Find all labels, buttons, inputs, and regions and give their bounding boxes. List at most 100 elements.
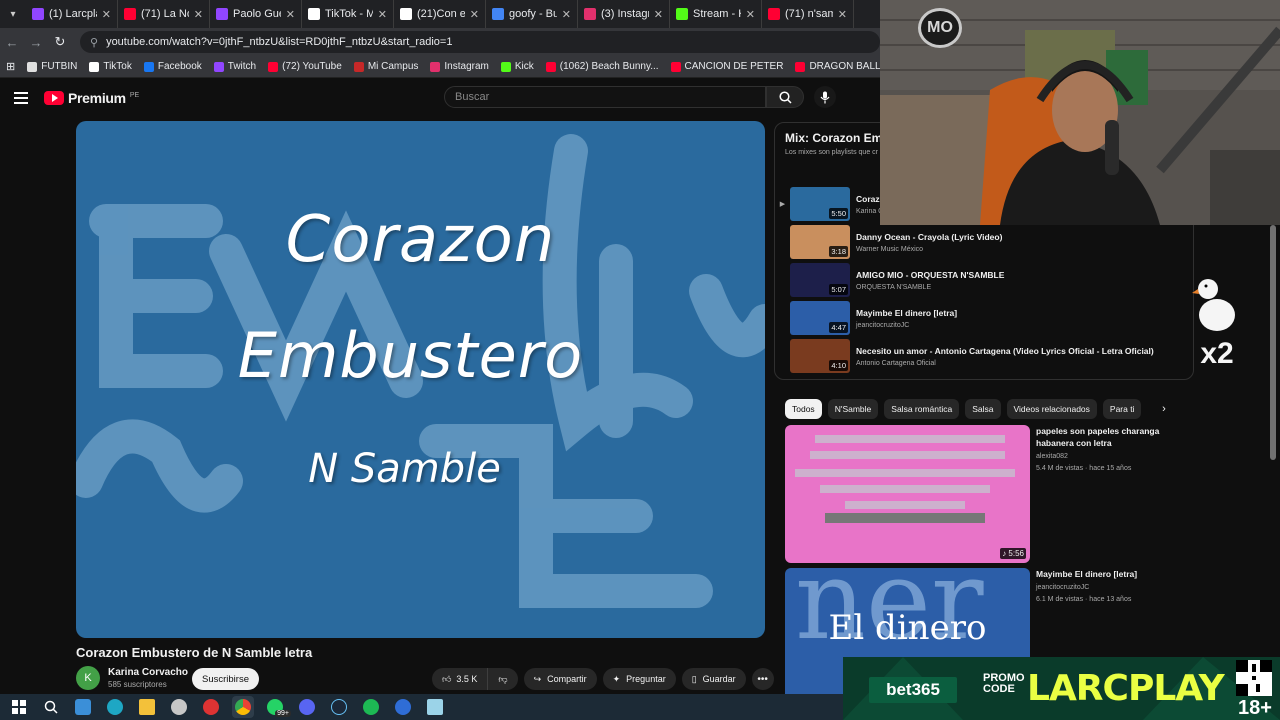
search-taskbar-icon[interactable]: [40, 696, 62, 718]
bookmark-label: (1062) Beach Bunny...: [559, 61, 659, 72]
bookmark-item[interactable]: (1062) Beach Bunny...: [545, 61, 659, 72]
discord-icon[interactable]: [296, 696, 318, 718]
app-red-icon[interactable]: [200, 696, 222, 718]
bookmark-item[interactable]: Mi Campus: [353, 61, 418, 72]
duration-badge: 5:50: [829, 208, 848, 219]
tab-title: TikTok - Mak: [325, 8, 373, 20]
bookmark-favicon-icon: [27, 61, 38, 72]
recommended-video[interactable]: ♪ 5:56 papeles son papeles charanga haban…: [785, 425, 1185, 563]
browser-tab[interactable]: goofy - Busc ✕: [486, 0, 578, 28]
site-info-icon[interactable]: ⚲: [90, 36, 98, 49]
search-button[interactable]: [766, 86, 804, 108]
mix-thumbnail: 5:07: [790, 263, 850, 297]
tab-close-icon[interactable]: ✕: [838, 8, 847, 21]
apps-icon[interactable]: ⊞: [6, 60, 15, 73]
bookmark-favicon-icon: [670, 61, 681, 72]
store-icon[interactable]: [72, 696, 94, 718]
mix-list-item[interactable]: 5:07 AMIGO MIO - ORQUESTA N'SAMBLE ORQUEST…: [775, 262, 1193, 298]
browser-tab[interactable]: (21)Con esa ✕: [394, 0, 486, 28]
filter-chip[interactable]: Videos relacionados: [1006, 399, 1097, 419]
youtube-logo[interactable]: Premium PE: [44, 90, 139, 106]
bookmark-item[interactable]: (72) YouTube: [268, 61, 342, 72]
bookmark-item[interactable]: Twitch: [213, 61, 257, 72]
whatsapp-icon[interactable]: 99+: [264, 696, 291, 718]
address-bar[interactable]: ⚲ youtube.com/watch?v=0jthF_ntbzU&list=R…: [80, 31, 880, 53]
menu-icon[interactable]: [14, 92, 28, 104]
bookmark-item[interactable]: Kick: [500, 61, 534, 72]
mix-item-channel: ORQUESTA N'SAMBLE: [856, 283, 932, 291]
mix-list-item[interactable]: 3:18 Danny Ocean - Crayola (Lyric Video) W…: [775, 224, 1193, 260]
back-icon[interactable]: ←: [0, 30, 24, 54]
search-input[interactable]: Buscar: [444, 86, 766, 108]
channel-avatar[interactable]: K: [76, 666, 100, 690]
browser-tab[interactable]: Paolo Guerre ✕: [210, 0, 302, 28]
browser-tab[interactable]: Stream - Kic ✕: [670, 0, 762, 28]
chrome-icon[interactable]: [232, 696, 254, 718]
tab-favicon-icon: [676, 8, 688, 20]
bookmark-item[interactable]: TikTok: [89, 61, 132, 72]
bookmark-item[interactable]: FUTBIN: [27, 61, 77, 72]
tab-close-icon[interactable]: ✕: [746, 8, 755, 21]
bookmark-favicon-icon: [545, 61, 556, 72]
bookmark-favicon-icon: [353, 61, 364, 72]
browser-tab[interactable]: (71) La Nove ✕: [118, 0, 210, 28]
filter-chip[interactable]: N'Samble: [827, 399, 879, 419]
ea-icon[interactable]: [392, 696, 414, 718]
mix-list-item[interactable]: 4:10 Necesito un amor - Antonio Cartagena…: [775, 338, 1193, 374]
tab-title: Paolo Guerre: [233, 8, 281, 20]
bookmark-item[interactable]: CANCION DE PETER: [670, 61, 783, 72]
subscribe-button[interactable]: Suscribirse: [192, 668, 259, 690]
channel-name[interactable]: Karina Corvacho: [108, 667, 188, 678]
tab-favicon-icon: [492, 8, 504, 20]
tab-search-icon[interactable]: ▾: [0, 0, 26, 28]
tab-title: (1) Larcplay: [49, 8, 97, 20]
bookmark-label: Twitch: [227, 61, 257, 72]
filter-chip[interactable]: Para ti: [1102, 399, 1142, 419]
steam-icon[interactable]: [328, 696, 350, 718]
chevron-right-icon[interactable]: ›: [1156, 401, 1172, 417]
dislike-button[interactable]: 👎︎: [487, 668, 517, 690]
save-button[interactable]: ▯ Guardar: [681, 668, 746, 690]
filter-chip[interactable]: Todos: [785, 399, 822, 419]
browser-tab[interactable]: (1) Larcplay ✕: [26, 0, 118, 28]
page-scrollbar[interactable]: [1270, 225, 1276, 460]
tab-close-icon[interactable]: ✕: [286, 8, 295, 21]
browser-tab[interactable]: TikTok - Mak ✕: [302, 0, 394, 28]
video-actions: 👍︎ 3.5 K 👎︎ ↪ Compartir ✦ Preguntar ▯ Gu…: [432, 668, 774, 690]
tab-close-icon[interactable]: ✕: [378, 8, 387, 21]
mix-item-channel: Warner Music México: [856, 245, 924, 253]
logo-text: Premium: [68, 90, 126, 106]
filter-chips: Todos N'Samble Salsa romántica Salsa Videos …: [785, 398, 1175, 420]
bookmark-favicon-icon: [89, 61, 100, 72]
youtube-play-icon: [44, 91, 64, 105]
bookmark-item[interactable]: Instagram: [430, 61, 489, 72]
voice-search-button[interactable]: [814, 86, 836, 108]
video-player[interactable]: Corazon Embustero N Samble: [76, 121, 765, 638]
mix-list-item[interactable]: 4:47 Mayimbe El dinero [letra] jeancitocru…: [775, 300, 1193, 336]
reload-icon[interactable]: ↻: [48, 30, 72, 54]
notification-badge: 99+: [275, 710, 291, 717]
tab-close-icon[interactable]: ✕: [562, 8, 571, 21]
tab-favicon-icon: [400, 8, 412, 20]
windows-start-icon[interactable]: [8, 696, 30, 718]
tab-close-icon[interactable]: ✕: [470, 8, 479, 21]
browser-tab[interactable]: (3) Instagram ✕: [578, 0, 670, 28]
more-actions-button[interactable]: •••: [751, 668, 774, 690]
browser-tab[interactable]: (71) n'samb ✕: [762, 0, 854, 28]
file-explorer-icon[interactable]: [136, 696, 158, 718]
tab-close-icon[interactable]: ✕: [194, 8, 203, 21]
duck-multiplier-sticker: x2: [1192, 279, 1235, 370]
bookmark-item[interactable]: Facebook: [143, 61, 202, 72]
ask-button[interactable]: ✦ Preguntar: [602, 668, 676, 690]
like-button[interactable]: 👍︎ 3.5 K: [432, 668, 487, 690]
notes-icon[interactable]: [424, 696, 446, 718]
spotify-icon[interactable]: [360, 696, 382, 718]
forward-icon[interactable]: →: [24, 30, 48, 54]
tab-close-icon[interactable]: ✕: [102, 8, 111, 21]
filter-chip[interactable]: Salsa: [965, 399, 1001, 419]
edge-icon[interactable]: [104, 696, 126, 718]
tab-close-icon[interactable]: ✕: [654, 8, 663, 21]
share-button[interactable]: ↪ Compartir: [523, 668, 597, 690]
game-icon[interactable]: [168, 696, 190, 718]
filter-chip[interactable]: Salsa romántica: [884, 399, 960, 419]
